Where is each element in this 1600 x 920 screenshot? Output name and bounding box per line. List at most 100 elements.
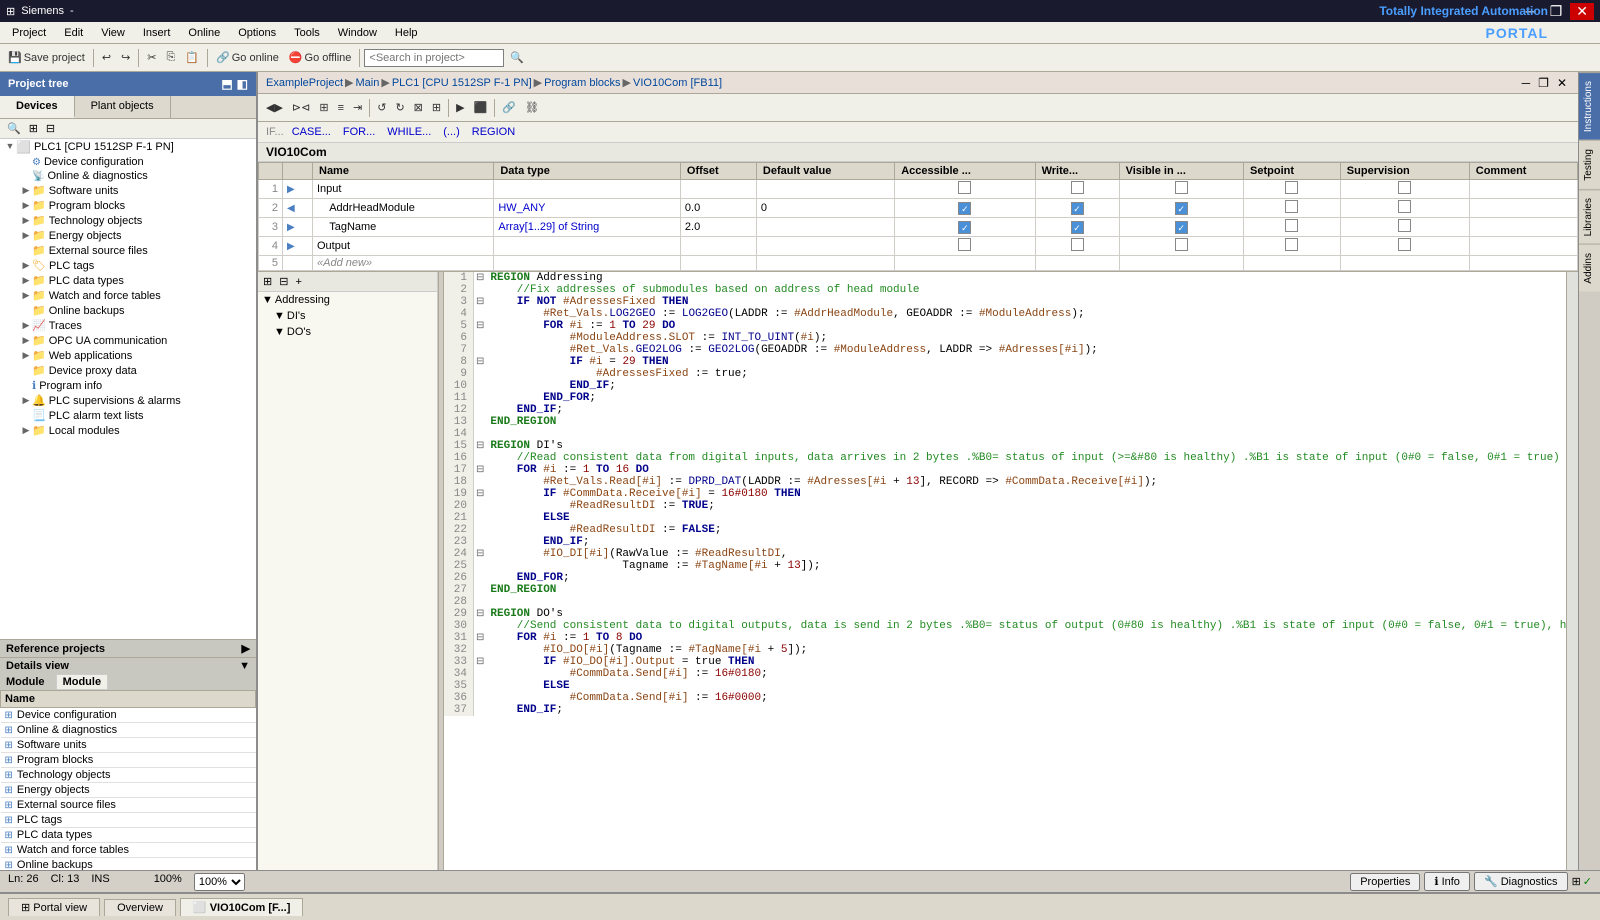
- row-name[interactable]: AddrHeadModule: [313, 199, 494, 218]
- outline-expand-btn[interactable]: ⊞: [260, 274, 275, 289]
- tree-expand-all-btn[interactable]: ⊞: [26, 121, 41, 136]
- tree-item-program-blocks[interactable]: ▶ 📁 Program blocks: [0, 198, 256, 213]
- tree-item-plc-alarm-texts[interactable]: 📃 PLC alarm text lists: [0, 408, 256, 423]
- menu-view[interactable]: View: [93, 25, 133, 41]
- cell-check[interactable]: [1244, 199, 1341, 218]
- menu-online[interactable]: Online: [180, 25, 228, 41]
- plc-sup-expand[interactable]: ▶: [20, 395, 32, 407]
- copy-btn[interactable]: ⎘: [163, 49, 180, 66]
- tree-item-software-units[interactable]: ▶ 📁 Software units: [0, 183, 256, 198]
- module-table-row[interactable]: ⊞ Energy objects: [1, 783, 256, 798]
- tree-item-watch-tables[interactable]: ▶ 📁 Watch and force tables: [0, 288, 256, 303]
- local-modules-expand[interactable]: ▶: [20, 425, 32, 437]
- line-expand-btn[interactable]: ⊟: [474, 320, 486, 332]
- plant-objects-tab[interactable]: Plant objects: [75, 96, 171, 118]
- module-table-row[interactable]: ⊞ PLC tags: [1, 813, 256, 828]
- search-input[interactable]: [364, 49, 504, 67]
- cell-check[interactable]: [1119, 237, 1243, 256]
- outline-di[interactable]: ▼ DI's: [258, 308, 437, 324]
- tree-item-web-apps[interactable]: ▶ 📁 Web applications: [0, 348, 256, 363]
- kw-region-btn[interactable]: REGION: [468, 124, 519, 140]
- menu-window[interactable]: Window: [330, 25, 385, 41]
- breadcrumb-vio10com[interactable]: VIO10Com [FB11]: [633, 77, 722, 89]
- cell-check[interactable]: [1340, 218, 1469, 237]
- plc-tags-expand[interactable]: ▶: [20, 260, 32, 272]
- cell-check[interactable]: [1340, 199, 1469, 218]
- cell-check[interactable]: [1340, 237, 1469, 256]
- tree-item-local-modules[interactable]: ▶ 📁 Local modules: [0, 423, 256, 438]
- menu-tools[interactable]: Tools: [286, 25, 328, 41]
- side-tab-testing[interactable]: Testing: [1579, 140, 1600, 189]
- module-table-row[interactable]: ⊞ PLC data types: [1, 828, 256, 843]
- row-name[interactable]: TagName: [313, 218, 494, 237]
- module-table-row[interactable]: ⊞ Software units: [1, 738, 256, 753]
- line-expand-btn[interactable]: ⊟: [474, 440, 486, 452]
- kw-dots-btn[interactable]: (...): [439, 124, 464, 140]
- block-btn-1[interactable]: ◀▶: [262, 99, 287, 116]
- menu-options[interactable]: Options: [230, 25, 284, 41]
- block-btn-4[interactable]: ≡: [334, 100, 348, 116]
- interface-row[interactable]: 2 ◀ AddrHeadModule HW_ANY 0.0 0 ✓ ✓ ✓: [259, 199, 1578, 218]
- tree-item-opc-comm[interactable]: ▶ 📁 OPC UA communication: [0, 333, 256, 348]
- interface-row[interactable]: 1 ▶ Input: [259, 180, 1578, 199]
- line-expand-btn[interactable]: ⊟: [474, 464, 486, 476]
- block-btn-5[interactable]: ⇥: [349, 99, 366, 116]
- sw-units-expand[interactable]: ▶: [20, 185, 32, 197]
- vio10com-tab[interactable]: ⬜ VIO10Com [F...]: [180, 898, 303, 916]
- cell-check[interactable]: [1119, 180, 1243, 199]
- block-debug-btn[interactable]: ⬛: [470, 99, 492, 116]
- kw-for-btn[interactable]: FOR...: [339, 124, 379, 140]
- prog-blocks-expand[interactable]: ▶: [20, 200, 32, 212]
- save-project-btn[interactable]: 💾 Save project: [4, 49, 89, 66]
- breadcrumb-close-btn[interactable]: ✕: [1554, 76, 1570, 90]
- block-btn-6[interactable]: ↺: [373, 99, 390, 116]
- menu-insert[interactable]: Insert: [135, 25, 179, 41]
- cell-check[interactable]: ✓: [895, 218, 1035, 237]
- breadcrumb-restore-btn[interactable]: ❐: [1535, 76, 1552, 90]
- outline-collapse-btn[interactable]: ⊟: [276, 274, 291, 289]
- tree-item-plc-tags[interactable]: ▶ 🏷 PLC tags: [0, 258, 256, 273]
- cell-check[interactable]: [1035, 180, 1119, 199]
- tree-item-ext-source[interactable]: 📁 External source files: [0, 243, 256, 258]
- tree-collapse-all-btn[interactable]: ⊟: [43, 121, 58, 136]
- tree-item-energy-objects[interactable]: ▶ 📁 Energy objects: [0, 228, 256, 243]
- outline-do[interactable]: ▼ DO's: [258, 324, 437, 340]
- tree-item-tech-objects[interactable]: ▶ 📁 Technology objects: [0, 213, 256, 228]
- close-btn[interactable]: ✕: [1570, 3, 1594, 20]
- line-expand-btn[interactable]: ⊟: [474, 656, 486, 668]
- tech-obj-expand[interactable]: ▶: [20, 215, 32, 227]
- watch-tables-expand[interactable]: ▶: [20, 290, 32, 302]
- row-name[interactable]: Output: [313, 237, 494, 256]
- menu-edit[interactable]: Edit: [56, 25, 91, 41]
- module-tab[interactable]: Module: [56, 674, 109, 690]
- code-scrollbar[interactable]: [1566, 272, 1578, 870]
- side-tab-instructions[interactable]: Instructions: [1579, 72, 1600, 140]
- tree-item-plc-data-types[interactable]: ▶ 📁 PLC data types: [0, 273, 256, 288]
- cell-check[interactable]: [1340, 180, 1469, 199]
- row-name[interactable]: «Add new»: [313, 256, 494, 271]
- cut-btn[interactable]: ✂: [143, 49, 160, 66]
- module-table-row[interactable]: ⊞ Online backups: [1, 858, 256, 871]
- tree-item-online-backups[interactable]: 📁 Online backups: [0, 303, 256, 318]
- expand-tree-btn[interactable]: ⬒: [221, 77, 232, 91]
- search-btn[interactable]: 🔍: [506, 49, 528, 66]
- line-expand-btn[interactable]: ⊟: [474, 272, 486, 284]
- kw-case-btn[interactable]: CASE...: [288, 124, 335, 140]
- paste-btn[interactable]: 📋: [181, 49, 203, 66]
- tree-item-plc-supervisions[interactable]: ▶ 🔔 PLC supervisions & alarms: [0, 393, 256, 408]
- kw-while-btn[interactable]: WHILE...: [383, 124, 435, 140]
- side-tab-libraries[interactable]: Libraries: [1579, 189, 1600, 244]
- cell-check[interactable]: ✓: [1119, 218, 1243, 237]
- cell-check[interactable]: ✓: [1035, 199, 1119, 218]
- line-expand-btn[interactable]: ⊟: [474, 296, 486, 308]
- module-table-row[interactable]: ⊞ Program blocks: [1, 753, 256, 768]
- cell-check[interactable]: [1035, 237, 1119, 256]
- breadcrumb-main[interactable]: Main: [356, 77, 380, 89]
- cell-check[interactable]: [1244, 237, 1341, 256]
- block-btn-8[interactable]: ⊠: [410, 99, 427, 116]
- breadcrumb-program-blocks[interactable]: Program blocks: [544, 77, 620, 89]
- cell-check[interactable]: [895, 237, 1035, 256]
- line-expand-btn[interactable]: ⊟: [474, 356, 486, 368]
- reference-projects-section[interactable]: Reference projects ▶: [0, 639, 256, 657]
- tree-item-online-diag[interactable]: 📡 Online & diagnostics: [0, 169, 256, 183]
